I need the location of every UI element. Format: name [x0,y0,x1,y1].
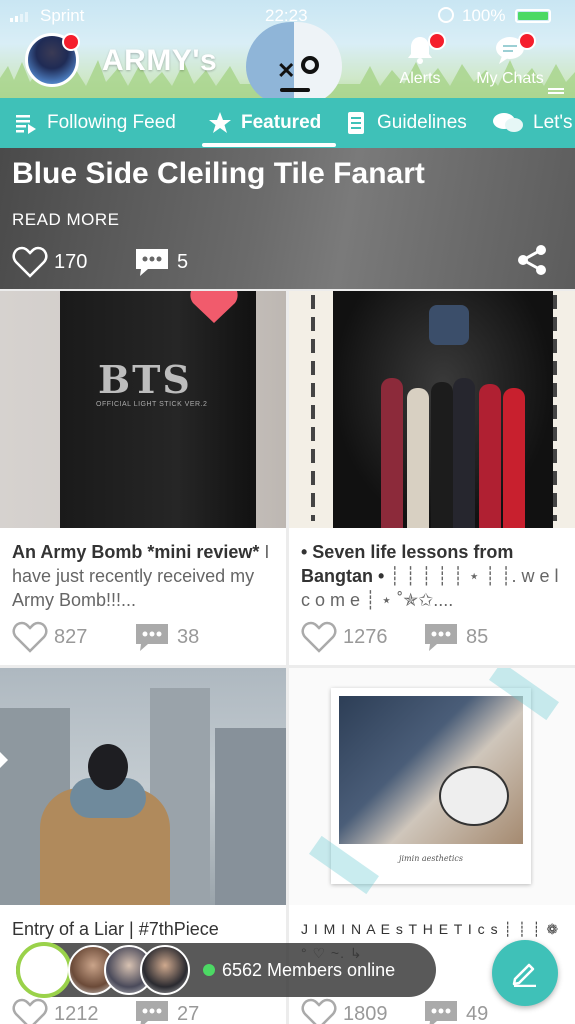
mascot-mouth [280,88,310,92]
heart-icon[interactable] [12,246,48,278]
post-image[interactable] [289,291,575,528]
tab-bar: Following Feed Featured Guidelines Let's [0,98,575,148]
like-count: 1276 [343,626,388,648]
like-count: 1212 [54,1003,99,1024]
chats-label: My Chats [476,70,544,87]
side-drawer-handle[interactable] [0,752,8,768]
tab-label: Let's [533,112,573,133]
like-count: 827 [54,626,88,648]
mascot-eye-o [301,56,319,74]
polaroid-caption: jimin aesthetics [399,854,463,863]
member-figure [429,305,469,345]
comment-icon[interactable] [134,622,170,652]
light-stick-box: BTS OFFICIAL LIGHT STICK VER.2 [60,291,256,528]
battery-icon [515,9,551,23]
post-card[interactable]: • Seven life lessons from Bangtan • ┊ ┊ … [289,291,575,665]
tab-following-feed[interactable]: Following Feed [14,98,176,148]
user-avatar[interactable] [25,33,80,87]
heart-icon[interactable] [12,621,48,653]
building-shape [215,728,286,905]
hero-like-count: 170 [54,251,88,273]
member-figure [503,388,525,528]
hero-title[interactable]: Blue Side Cleiling Tile Fanart [12,157,425,191]
mascot-eye-x: ✕ [277,58,296,83]
person-head [88,744,128,790]
online-member-avatar[interactable] [140,945,190,995]
cake-plate [439,766,509,826]
chat-bubbles-icon [493,113,523,132]
post-image[interactable]: BTS OFFICIAL LIGHT STICK VER.2 [0,291,286,528]
member-figure [431,382,453,528]
battery-percentage: 100% [462,6,506,25]
community-header: Sprint 22:23 100% ARMY's ✕ Alerts My Cha… [0,0,575,98]
alerts-button[interactable]: Alerts [380,30,460,92]
hero-comment-count: 5 [177,251,189,273]
my-presence-avatar[interactable] [16,942,72,998]
feed-icon [16,115,36,134]
compose-button[interactable] [492,940,558,1006]
member-figure [407,388,429,528]
carrier-name: Sprint [40,6,85,25]
tab-lets[interactable]: Let's [492,98,573,148]
dashed-border [553,295,557,521]
box-subtitle: OFFICIAL LIGHT STICK VER.2 [96,401,208,408]
menu-icon[interactable] [548,88,564,94]
comment-count: 27 [177,1003,200,1024]
alerts-label: Alerts [399,70,441,87]
post-image[interactable] [0,668,286,905]
tab-label: Following Feed [47,112,176,133]
tab-label: Guidelines [377,112,467,133]
post-title: An Army Bomb *mini review* [12,542,260,562]
chats-badge [518,32,536,50]
comment-count: 85 [466,626,489,648]
polaroid-photo: jimin aesthetics [331,688,531,884]
alerts-badge [428,32,446,50]
active-tab-indicator [202,143,336,147]
mascot-logo: ✕ [246,22,342,98]
post-excerpt[interactable]: An Army Bomb *mini review* I have just r… [12,540,278,612]
post-snippet: Entry of a Liar | #7thPiece [12,919,219,939]
members-online-text[interactable]: 6562 Members online [222,960,395,981]
my-chats-button[interactable]: My Chats [470,30,550,92]
featured-hero-post[interactable]: Blue Side Cleiling Tile Fanart READ MORE… [0,148,575,289]
heart-icon[interactable] [301,998,337,1024]
aesthetic-photo [339,696,523,844]
signal-icon [10,12,28,22]
post-excerpt[interactable]: • Seven life lessons from Bangtan • ┊ ┊ … [301,540,567,612]
heart-sticker-icon [190,291,238,323]
post-image[interactable]: jimin aesthetics [289,668,575,905]
member-figure [453,378,475,528]
document-icon [348,112,364,134]
tab-guidelines[interactable]: Guidelines [344,98,467,148]
notification-dot [62,33,80,51]
star-icon [209,112,231,133]
comment-icon[interactable] [134,247,170,277]
post-excerpt[interactable]: Entry of a Liar | #7thPiece [12,917,278,941]
comment-icon[interactable] [423,999,459,1024]
heart-icon[interactable] [301,621,337,653]
comment-count: 38 [177,626,200,648]
member-figure [381,378,403,528]
tab-label: Featured [241,112,322,133]
pencil-icon [512,963,536,987]
like-count: 1809 [343,1003,388,1024]
post-card[interactable]: BTS OFFICIAL LIGHT STICK VER.2 An Army B… [0,291,286,665]
community-name[interactable]: ARMY's [102,44,217,78]
heart-icon[interactable] [12,998,48,1024]
tab-featured[interactable]: Featured [208,98,321,148]
online-status-dot [203,964,215,976]
member-figure [479,384,501,528]
read-more-link[interactable]: READ MORE [12,210,119,230]
comment-icon[interactable] [134,999,170,1024]
comment-count: 49 [466,1003,489,1024]
dashed-border [311,295,315,521]
box-brand-text: BTS [98,357,192,402]
alarm-icon [438,7,454,23]
share-icon[interactable] [516,244,548,276]
group-photo [333,291,553,528]
comment-icon[interactable] [423,622,459,652]
